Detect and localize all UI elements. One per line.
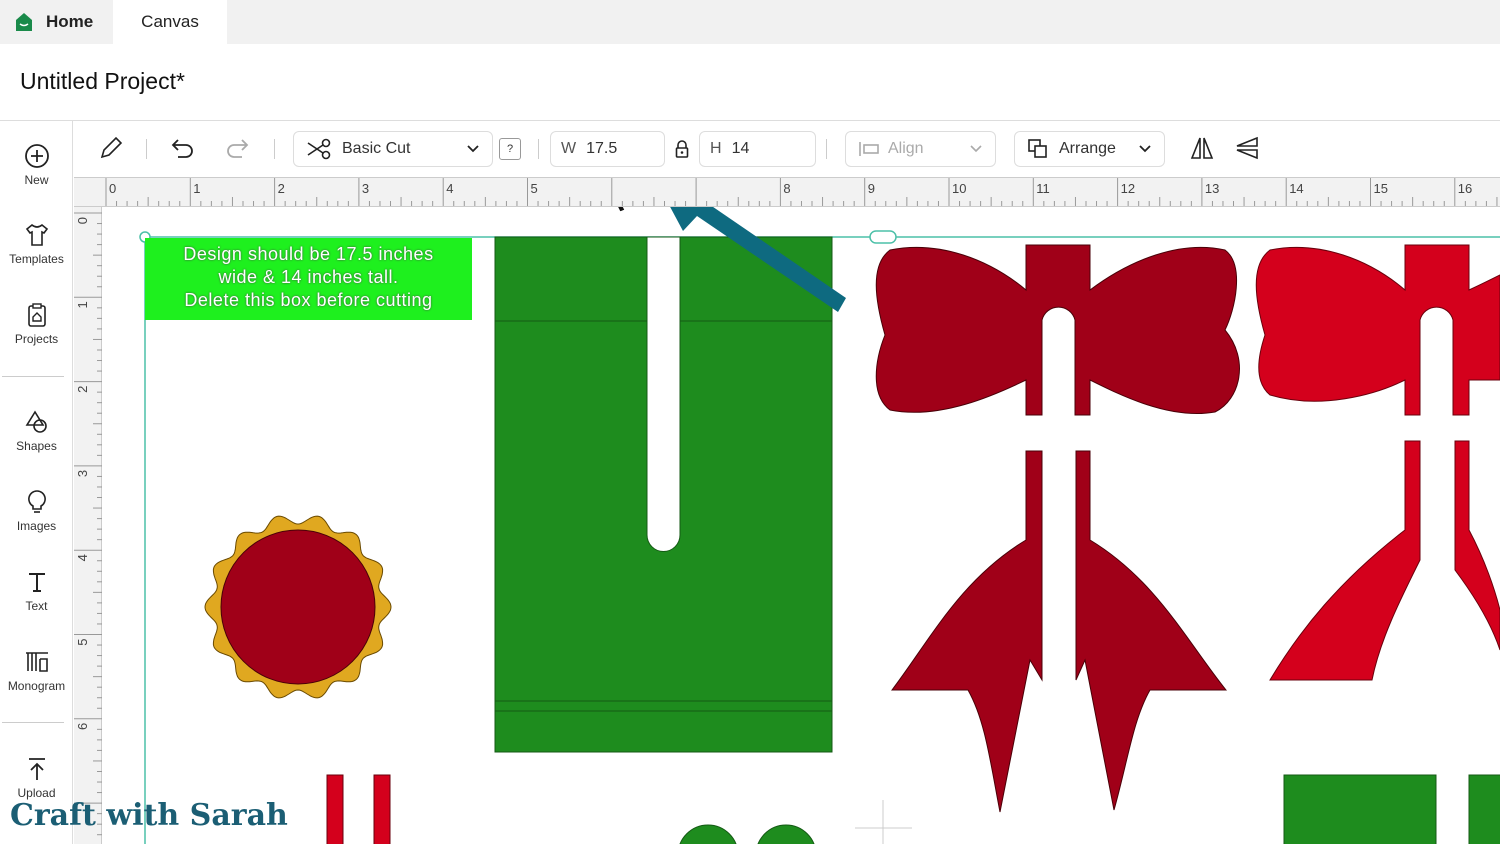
ruler-tick-label: 0 [109,181,116,196]
height-label: H [710,140,722,157]
shapes-icon [25,410,47,433]
toolbar: Basic Cut ? W 17.5 H 14 Align Arrange [74,121,1500,177]
mouse-cursor-icon [616,207,626,213]
align-dropdown[interactable]: Align [845,131,996,167]
red-bow-shape[interactable] [1255,244,1500,681]
width-label: W [561,140,577,157]
ruler-tick-label: 6 [75,723,90,730]
sidebar-item-templates[interactable]: Templates [0,222,73,266]
align-label: Align [888,140,924,157]
divider [274,139,275,159]
plus-circle-icon [24,144,49,168]
divider [2,376,64,377]
divider [2,722,64,723]
flip-horizontal-icon[interactable] [1189,135,1215,161]
ruler-tick-label: 12 [1121,181,1135,196]
ruler-tick-label: 5 [75,639,90,646]
help-button[interactable]: ? [499,138,521,160]
lock-icon[interactable] [675,140,689,158]
sidebar-item-upload[interactable]: Upload [0,756,73,800]
note-line: Design should be 17.5 inches [183,244,434,264]
arrange-label: Arrange [1059,140,1116,157]
watermark-logo: Craft with Sarah [10,798,288,833]
sidebar-item-images[interactable]: Images [0,489,73,533]
arrange-dropdown[interactable]: Arrange [1014,131,1165,167]
sidebar-item-monogram[interactable]: Monogram [0,649,73,693]
height-input[interactable]: H 14 [699,131,816,167]
ruler-tick-label: 4 [446,181,453,196]
width-value: 17.5 [586,140,618,157]
sidebar-item-new[interactable]: New [0,143,73,187]
divider [538,139,539,159]
tab-canvas[interactable]: Canvas [113,0,227,44]
sidebar-item-projects[interactable]: Projects [0,302,73,346]
ruler-tick-label: 0 [75,217,90,224]
ruler-tick-label: 5 [531,181,538,196]
green-box-shape[interactable] [494,236,833,753]
ruler-tick-label: 1 [193,181,200,196]
ruler-tick-label: 3 [75,470,90,477]
note-line: Delete this box before cutting [184,290,433,310]
ruler-tick-label: 8 [783,181,790,196]
height-value: 14 [731,140,750,157]
flip-vertical-icon[interactable] [1234,135,1260,161]
width-input[interactable]: W 17.5 [550,131,665,167]
chevron-down-icon [467,145,479,153]
ruler-tick-label: 4 [75,554,90,561]
sidebar-item-text[interactable]: Text [0,569,73,613]
horizontal-ruler: 0 1 2 3 4 5 8 9 10 11 12 13 14 15 16 [74,177,1500,207]
sidebar-item-label: Images [16,519,57,533]
ruler-tick-label: 1 [75,301,90,308]
ruler-tick-label: 16 [1458,181,1472,196]
text-icon [28,573,45,592]
home-icon [16,13,32,31]
scalloped-circle-shape[interactable] [204,515,392,699]
align-left-icon [859,142,879,156]
sidebar-item-label: Monogram [7,679,66,693]
tab-bar: Home Canvas [0,0,1500,44]
sidebar-item-label: New [24,173,49,187]
divider [826,139,827,159]
chevron-down-icon [970,145,982,153]
upload-icon [28,758,45,780]
pencil-icon[interactable] [98,135,124,161]
ruler-tick-label: 2 [75,386,90,393]
monogram-icon [25,652,48,672]
instruction-note[interactable]: Design should be 17.5 inches wide & 14 i… [145,238,472,320]
tab-home[interactable]: Home [0,0,113,44]
note-line: wide & 14 inches tall. [218,267,399,287]
tab-label: Canvas [141,12,199,31]
vertical-ruler: 0 1 2 3 4 5 6 [74,207,102,846]
ruler-tick-label: 3 [362,181,369,196]
ruler-tick-label: 2 [278,181,285,196]
sidebar-item-label: Projects [14,332,59,346]
ruler-tick-label: 10 [952,181,966,196]
operation-value: Basic Cut [342,140,411,157]
ruler-tick-label: 11 [1036,181,1050,196]
ruler-tick-label: 13 [1205,181,1219,196]
ruler-tick-label: 15 [1374,181,1388,196]
arrange-icon [1028,139,1047,158]
dark-red-bow-shape[interactable] [875,244,1240,813]
partial-shapes[interactable] [326,774,1500,844]
sidebar: New Templates Projects Shapes Images Tex… [0,121,73,844]
project-title[interactable]: Untitled Project* [20,68,185,95]
ruler-tick-label: 14 [1289,181,1303,196]
shirt-icon [25,223,48,246]
clipboard-icon [27,303,46,327]
sidebar-item-shapes[interactable]: Shapes [0,409,73,453]
redo-icon[interactable] [224,136,250,160]
tab-label: Home [46,12,94,31]
sidebar-item-label: Shapes [16,439,57,453]
chevron-down-icon [1139,145,1151,153]
sidebar-item-label: Templates [9,252,64,266]
lightbulb-icon [27,490,46,513]
divider [146,139,147,159]
undo-icon[interactable] [170,136,196,160]
scissors-icon [307,138,331,160]
operation-dropdown[interactable]: Basic Cut [293,131,493,167]
sidebar-item-label: Text [25,599,48,613]
ruler-tick-label: 9 [868,181,875,196]
